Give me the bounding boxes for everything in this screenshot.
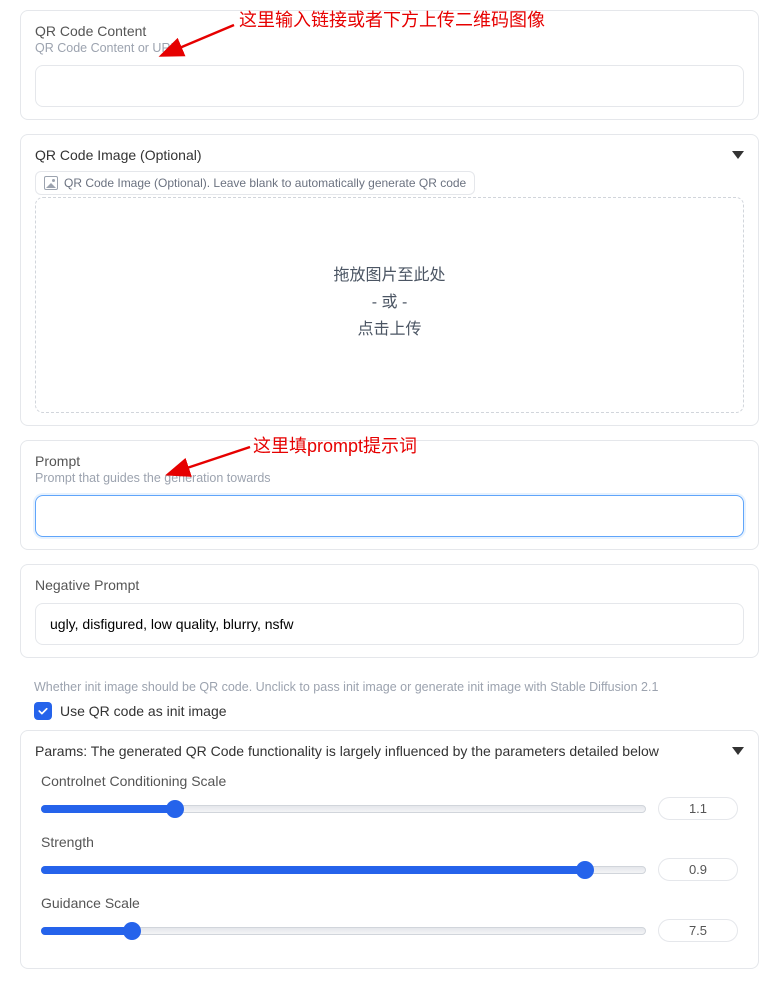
qr-content-section: QR Code Content QR Code Content or URL 这…	[20, 10, 759, 120]
init-image-checkbox-row[interactable]: Use QR code as init image	[34, 702, 745, 720]
chevron-down-icon	[732, 747, 744, 755]
slider-block: Strength 0.9	[41, 834, 738, 881]
qr-image-header[interactable]: QR Code Image (Optional)	[35, 147, 744, 163]
prompt-section: Prompt Prompt that guides the generation…	[20, 440, 759, 550]
params-header-label: Params: The generated QR Code functional…	[35, 743, 659, 759]
chevron-down-icon	[732, 151, 744, 159]
params-section: Params: The generated QR Code functional…	[20, 730, 759, 969]
slider-fill	[41, 927, 131, 935]
slider-label: Controlnet Conditioning Scale	[41, 773, 738, 789]
init-image-section: Whether init image should be QR code. Un…	[20, 672, 759, 724]
slider-track[interactable]	[41, 805, 646, 813]
slider-track[interactable]	[41, 927, 646, 935]
slider-block: Guidance Scale 7.5	[41, 895, 738, 942]
slider-value[interactable]: 7.5	[658, 919, 738, 942]
slider-label: Strength	[41, 834, 738, 850]
slider-fill	[41, 866, 584, 874]
slider-thumb[interactable]	[123, 922, 141, 940]
params-header[interactable]: Params: The generated QR Code functional…	[35, 743, 744, 759]
qr-content-label: QR Code Content	[35, 23, 744, 39]
qr-image-section: QR Code Image (Optional) QR Code Image (…	[20, 134, 759, 426]
negative-prompt-input[interactable]	[35, 603, 744, 645]
slider-block: Controlnet Conditioning Scale 1.1	[41, 773, 738, 820]
dropzone-line2: - 或 -	[46, 288, 733, 312]
slider-thumb[interactable]	[166, 800, 184, 818]
dropzone-line1: 拖放图片至此处	[46, 261, 733, 285]
slider-thumb[interactable]	[576, 861, 594, 879]
prompt-label: Prompt	[35, 453, 744, 469]
qr-content-input[interactable]	[35, 65, 744, 107]
prompt-desc: Prompt that guides the generation toward…	[35, 471, 744, 485]
init-image-checkbox[interactable]	[34, 702, 52, 720]
qr-image-label: QR Code Image (Optional)	[35, 147, 202, 163]
negative-prompt-label: Negative Prompt	[35, 577, 744, 593]
image-icon	[44, 176, 58, 190]
qr-image-hint-text: QR Code Image (Optional). Leave blank to…	[64, 176, 466, 190]
slider-value[interactable]: 0.9	[658, 858, 738, 881]
qr-content-desc: QR Code Content or URL	[35, 41, 744, 55]
slider-value[interactable]: 1.1	[658, 797, 738, 820]
image-dropzone[interactable]: 拖放图片至此处 - 或 - 点击上传	[35, 197, 744, 413]
qr-image-hint: QR Code Image (Optional). Leave blank to…	[35, 171, 475, 195]
check-icon	[37, 705, 49, 717]
init-image-checkbox-label: Use QR code as init image	[60, 703, 227, 719]
slider-fill	[41, 805, 174, 813]
dropzone-line3: 点击上传	[46, 315, 733, 339]
prompt-input[interactable]	[35, 495, 744, 537]
slider-label: Guidance Scale	[41, 895, 738, 911]
slider-track[interactable]	[41, 866, 646, 874]
negative-prompt-section: Negative Prompt	[20, 564, 759, 658]
init-image-helper: Whether init image should be QR code. Un…	[34, 680, 745, 694]
